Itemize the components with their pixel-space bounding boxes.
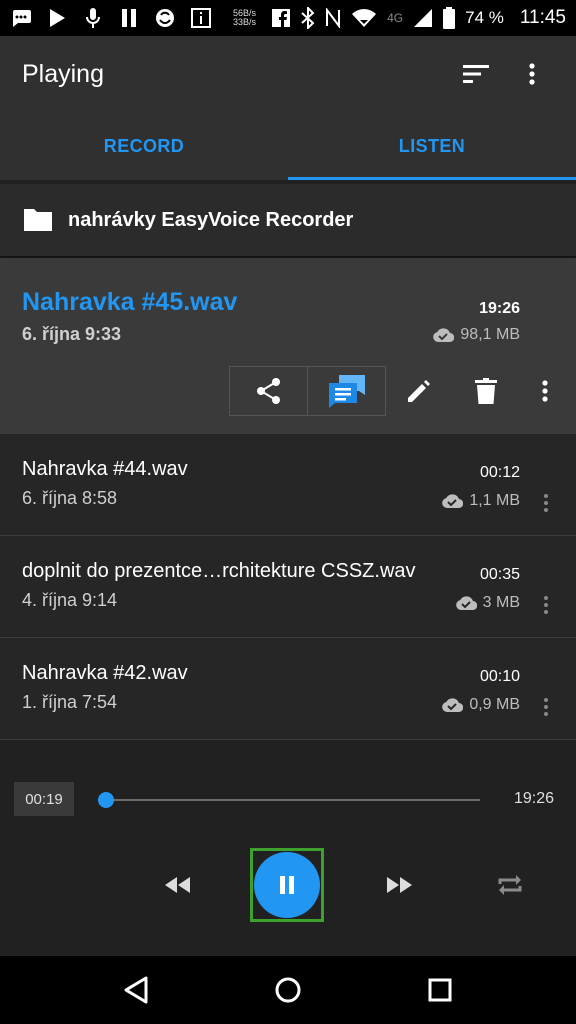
share-icon[interactable] [230, 367, 307, 415]
list-item[interactable]: Nahravka #42.wav 1. října 7:54 00:10 0,9… [0, 638, 576, 740]
wifi-icon [351, 8, 377, 28]
recording-name: doplnit do prezentce…rchitekture CSSZ.wa… [22, 560, 416, 582]
more-vert-icon[interactable] [534, 692, 558, 722]
recording-size-text: 98,1 MB [460, 326, 520, 343]
recording-name: Nahravka #45.wav [22, 288, 238, 316]
list-item[interactable]: Nahravka #45.wav 6. října 9:33 19:26 98,… [0, 258, 576, 434]
tab-record[interactable]: RECORD [0, 112, 288, 180]
list-item[interactable]: Nahravka #44.wav 6. října 8:58 00:12 1,1… [0, 434, 576, 536]
sort-icon[interactable] [454, 52, 498, 96]
total-time: 19:26 [513, 790, 554, 807]
recording-size: 1,1 MB [441, 492, 520, 510]
cloud-done-icon [442, 698, 464, 713]
recording-size: 3 MB [455, 594, 520, 612]
folder-icon [24, 209, 52, 231]
action-group [229, 366, 386, 416]
recording-size: 0,9 MB [441, 696, 520, 714]
play-icon [46, 7, 68, 29]
fast-forward-icon[interactable] [383, 868, 417, 902]
recording-name: Nahravka #42.wav [22, 662, 188, 684]
recents-icon[interactable] [410, 960, 470, 1020]
navigation-bar [0, 956, 576, 1024]
recording-size-text: 3 MB [482, 594, 520, 611]
recording-size-text: 0,9 MB [469, 696, 520, 713]
clock: 11:45 [519, 7, 566, 28]
network-type: 4G [387, 11, 404, 25]
more-vert-icon[interactable] [520, 366, 570, 416]
recording-date: 6. října 9:33 [22, 324, 122, 344]
folder-name: nahrávky EasyVoice Recorder [68, 208, 354, 231]
cloud-done-icon [442, 494, 464, 509]
more-vert-icon[interactable] [534, 590, 558, 620]
app-bar: Playing [0, 36, 576, 112]
facebook-icon [270, 7, 292, 29]
edit-icon[interactable] [394, 366, 444, 416]
tab-bar: RECORD LISTEN [0, 112, 576, 180]
recording-size: 98,1 MB [432, 326, 520, 344]
network-speed: 56B/s 33B/s [226, 9, 256, 27]
recordings-list: Nahravka #45.wav 6. října 9:33 19:26 98,… [0, 258, 576, 740]
cloud-done-icon [455, 596, 477, 611]
selected-actions [0, 366, 576, 416]
repeat-icon[interactable] [493, 868, 527, 902]
chat-icon [10, 7, 32, 29]
page-title: Playing [22, 59, 104, 88]
list-item[interactable]: doplnit do prezentce…rchitekture CSSZ.wa… [0, 536, 576, 638]
mic-icon [82, 7, 104, 29]
recording-duration: 00:12 [479, 464, 520, 481]
recording-date: 6. října 8:58 [22, 488, 118, 508]
pause-icon [280, 876, 294, 894]
battery-percent: 74 % [465, 8, 504, 27]
pause-button[interactable] [250, 848, 324, 922]
recording-name: Nahravka #44.wav [22, 458, 188, 480]
tab-listen[interactable]: LISTEN [288, 112, 576, 180]
recording-size-text: 1,1 MB [469, 492, 520, 509]
battery-icon [443, 7, 456, 29]
back-icon[interactable] [106, 960, 166, 1020]
player-panel: 00:19 19:26 [0, 766, 576, 956]
seek-track[interactable] [100, 799, 480, 801]
delete-icon[interactable] [461, 366, 511, 416]
recording-duration: 00:10 [479, 668, 520, 685]
app-icon [154, 7, 176, 29]
signal-icon [413, 8, 433, 28]
recording-date: 4. října 9:14 [22, 590, 118, 610]
speed-down: 33B/s [232, 17, 256, 27]
current-time: 00:19 [14, 782, 74, 816]
more-vert-icon[interactable] [510, 52, 554, 96]
status-bar: 56B/s 33B/s 4G 74 % 11:45 [0, 0, 576, 36]
pause-icon [118, 7, 140, 29]
rewind-icon[interactable] [160, 868, 194, 902]
seek-row: 00:19 19:26 [0, 782, 576, 820]
info-icon [190, 7, 212, 29]
bluetooth-icon [301, 7, 315, 29]
cloud-done-icon [433, 328, 455, 343]
folder-header[interactable]: nahrávky EasyVoice Recorder [0, 184, 576, 256]
pause-button-circle [254, 852, 320, 918]
recording-duration: 00:35 [479, 566, 520, 583]
more-vert-icon[interactable] [534, 488, 558, 518]
home-icon[interactable] [258, 960, 318, 1020]
recording-date: 1. října 7:54 [22, 692, 118, 712]
nfc-icon [325, 8, 341, 28]
seek-thumb[interactable] [98, 792, 115, 808]
messages-icon[interactable] [307, 367, 385, 415]
recording-duration: 19:26 [479, 300, 520, 317]
